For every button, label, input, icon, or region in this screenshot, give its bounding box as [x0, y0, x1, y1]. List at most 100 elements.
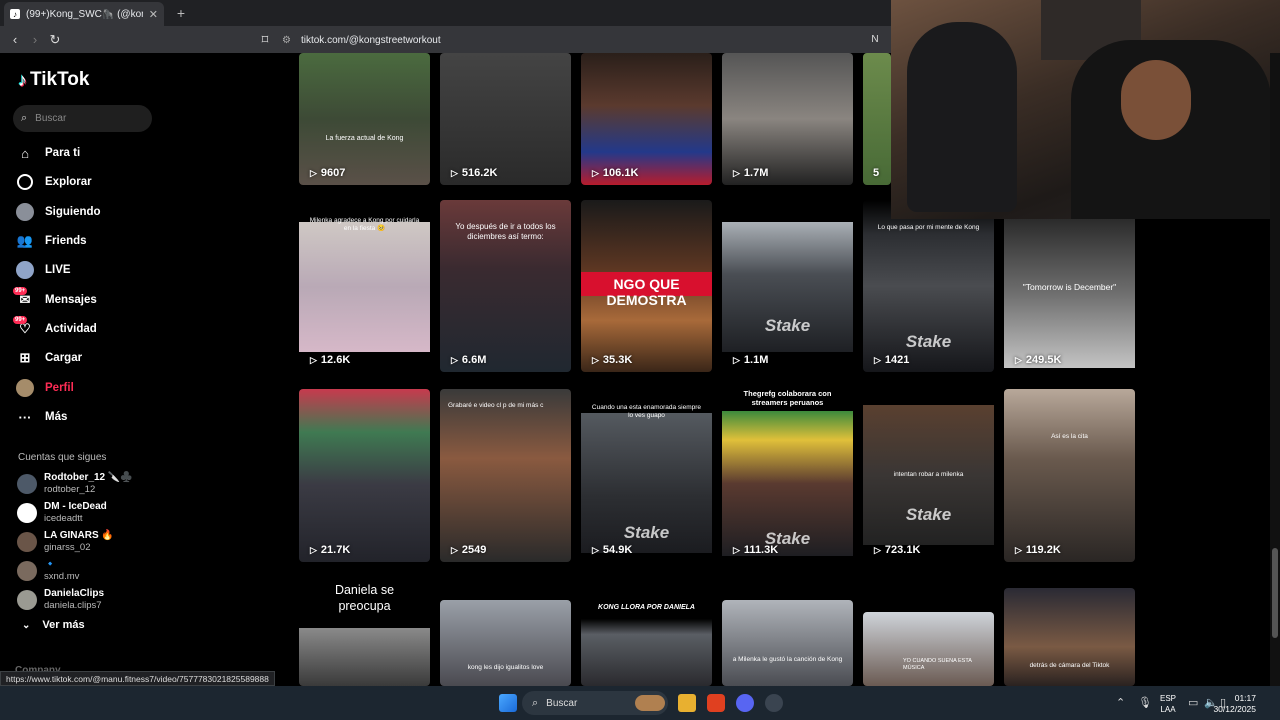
- steam-icon[interactable]: [765, 694, 783, 712]
- extension-icon[interactable]: N: [866, 31, 884, 49]
- file-explorer-icon[interactable]: [678, 694, 696, 712]
- video-tile[interactable]: Cuando una esta enamorada siempre lo ves…: [581, 389, 712, 562]
- see-more-button[interactable]: ⌄ Ver más: [22, 619, 85, 631]
- view-count: ▷ 54.9K: [592, 544, 633, 556]
- tiktok-note-icon: ♪: [18, 69, 27, 90]
- video-tile[interactable]: NGO QUE DEMOSTRA ▷ 35.3K: [581, 200, 712, 372]
- following-item[interactable]: LA GINARS 🔥 ginarss_02: [17, 530, 114, 554]
- nav-perfil[interactable]: Perfil: [16, 376, 74, 400]
- video-tile[interactable]: Lo que pasa por mi mente de Kong Stake ▷…: [863, 200, 994, 372]
- video-tile[interactable]: intentan robar a milenka Stake ▷ 723.1K: [863, 389, 994, 562]
- following-item[interactable]: DM - IceDead icedeadtt: [17, 501, 107, 525]
- play-icon: ▷: [733, 354, 740, 365]
- view-count: ▷ 516.2K: [451, 167, 498, 179]
- video-tile[interactable]: Stake ▷ 1.1M: [722, 200, 853, 372]
- status-url: https://www.tiktok.com/@manu.fitness7/vi…: [0, 671, 275, 686]
- following-item[interactable]: 🔹 sxnd.mv: [17, 559, 79, 583]
- brave-browser-icon[interactable]: [707, 694, 725, 712]
- address-bar[interactable]: ⚙ tiktok.com/@kongstreetworkout: [282, 30, 882, 50]
- forward-icon[interactable]: ›: [26, 31, 44, 49]
- following-item[interactable]: DanielaClips daniela.clips7: [17, 588, 104, 612]
- nav-friends[interactable]: 👥 Friends: [16, 229, 87, 253]
- network-icon[interactable]: ▭: [1188, 696, 1198, 709]
- nav-actividad[interactable]: ♡ 99+ Actividad: [13, 316, 97, 341]
- system-clock[interactable]: 01:17 30/12/2025: [1213, 693, 1256, 715]
- site-info-icon[interactable]: ⚙: [282, 35, 291, 46]
- taskbar-search[interactable]: ⌕ Buscar: [522, 691, 668, 715]
- lang-primary: ESP: [1160, 694, 1177, 703]
- video-tile[interactable]: Así es la cita ▷ 119.2K: [1004, 389, 1135, 562]
- tiktok-logo[interactable]: ♪ TikTok: [18, 69, 89, 91]
- avatar: [17, 561, 37, 581]
- following-handle: daniela.clips7: [44, 600, 102, 611]
- url-text: tiktok.com/@kongstreetworkout: [300, 34, 441, 46]
- video-tile[interactable]: kong les dijo igualitos love: [440, 600, 571, 686]
- view-count: ▷ 1421: [874, 354, 910, 366]
- messages-icon: ✉ 99+: [13, 287, 31, 307]
- play-icon: ▷: [451, 167, 458, 178]
- video-tile[interactable]: Daniela se preocupa: [299, 578, 430, 686]
- nav-live[interactable]: LIVE: [16, 258, 71, 282]
- reload-icon[interactable]: ↻: [46, 31, 64, 49]
- video-tile[interactable]: ▷ 516.2K: [440, 53, 571, 185]
- video-caption: Grabaré e video cl p de mi más c: [448, 402, 544, 409]
- discord-icon[interactable]: [736, 694, 754, 712]
- windows-start-icon[interactable]: [499, 694, 517, 712]
- play-icon: ▷: [310, 354, 317, 365]
- nav-para-ti[interactable]: ⌂ Para ti: [16, 141, 80, 165]
- video-tile[interactable]: ▷ 106.1K: [581, 53, 712, 185]
- friends-icon: 👥: [16, 233, 34, 248]
- search-icon: ⌕: [532, 696, 539, 709]
- video-tile[interactable]: 5: [863, 53, 891, 185]
- language-indicator[interactable]: ESP LAA: [1160, 693, 1176, 715]
- more-dots-icon: ···: [18, 409, 32, 425]
- see-more-label: Ver más: [42, 619, 85, 631]
- tray-chevron-up-icon[interactable]: ⌃: [1116, 696, 1125, 709]
- back-icon[interactable]: ‹: [6, 31, 24, 49]
- nav-explorar[interactable]: Explorar: [16, 170, 92, 194]
- tab-title: (99+)Kong_SWC🦍 (@kongstre: [26, 8, 143, 20]
- close-tab-icon[interactable]: ✕: [149, 8, 158, 21]
- view-count: ▷ 6.6M: [451, 354, 487, 366]
- video-tile[interactable]: Grabaré e video cl p de mi más c ▷ 2549: [440, 389, 571, 562]
- following-name: DM - IceDead: [44, 501, 107, 512]
- view-count: ▷ 9607: [310, 167, 346, 179]
- page-scrollbar[interactable]: [1270, 53, 1280, 686]
- video-caption: YO CUANDO SUENA ESTA MÚSICA: [903, 658, 972, 671]
- video-tile[interactable]: Yo después de ir a todos los diciembres …: [440, 200, 571, 372]
- video-tile[interactable]: detrás de cámara del Tiktok: [1004, 588, 1135, 686]
- video-caption: Daniela se preocupa: [334, 583, 395, 613]
- following-handle: rodtober_12: [44, 484, 96, 495]
- avatar: [17, 474, 37, 494]
- video-tile[interactable]: Milenka agradece a Kong por cuidarla en …: [299, 200, 430, 372]
- search-input[interactable]: ⌕ Buscar: [13, 105, 152, 132]
- play-icon: ▷: [451, 354, 458, 365]
- browser-tab[interactable]: ♪ (99+)Kong_SWC🦍 (@kongstre ✕: [4, 2, 164, 26]
- play-icon: ▷: [1015, 354, 1022, 365]
- video-tile[interactable]: ▷ 1.7M: [722, 53, 853, 185]
- compass-icon: [16, 173, 34, 191]
- scrollbar-thumb[interactable]: [1272, 548, 1278, 638]
- video-tile[interactable]: ▷ 21.7K: [299, 389, 430, 562]
- search-placeholder: Buscar: [35, 113, 67, 124]
- nav-label: Siguiendo: [45, 206, 101, 218]
- following-name: DanielaClips: [44, 588, 105, 599]
- video-tile[interactable]: La fuerza actual de Kong ▷ 9607: [299, 53, 430, 185]
- nav-cargar[interactable]: ⊞ Cargar: [16, 346, 83, 370]
- microphone-icon[interactable]: 🎙: [1138, 696, 1152, 709]
- video-tile[interactable]: a Milenka le gustó la canción de Kong: [722, 600, 853, 686]
- nav-mensajes[interactable]: ✉ 99+ Mensajes: [13, 287, 97, 312]
- video-tile[interactable]: "Tomorrow is December" ▷ 249.5K: [1004, 200, 1135, 372]
- following-item[interactable]: Rodtober_12 🔪♣️ rodtober_12: [17, 472, 133, 496]
- nav-mas[interactable]: ··· Más: [16, 405, 68, 429]
- nav-siguiendo[interactable]: Siguiendo: [16, 200, 101, 224]
- video-tile[interactable]: KONG LLORA POR DANIELA: [581, 600, 712, 686]
- nav-label: Cargar: [45, 352, 83, 364]
- bookmark-icon[interactable]: ⌑: [256, 31, 274, 49]
- play-icon: ▷: [874, 354, 881, 365]
- upload-icon: ⊞: [19, 350, 31, 365]
- windows-taskbar: ⌕ Buscar ⌃ 🎙 ESP LAA ▭ 🔈 ▯ 01:17 30/12/2…: [0, 686, 1280, 720]
- new-tab-button[interactable]: +: [172, 4, 190, 22]
- video-tile[interactable]: YO CUANDO SUENA ESTA MÚSICA: [863, 612, 994, 686]
- video-tile[interactable]: Thegrefg colaborara con streamers peruan…: [722, 389, 853, 562]
